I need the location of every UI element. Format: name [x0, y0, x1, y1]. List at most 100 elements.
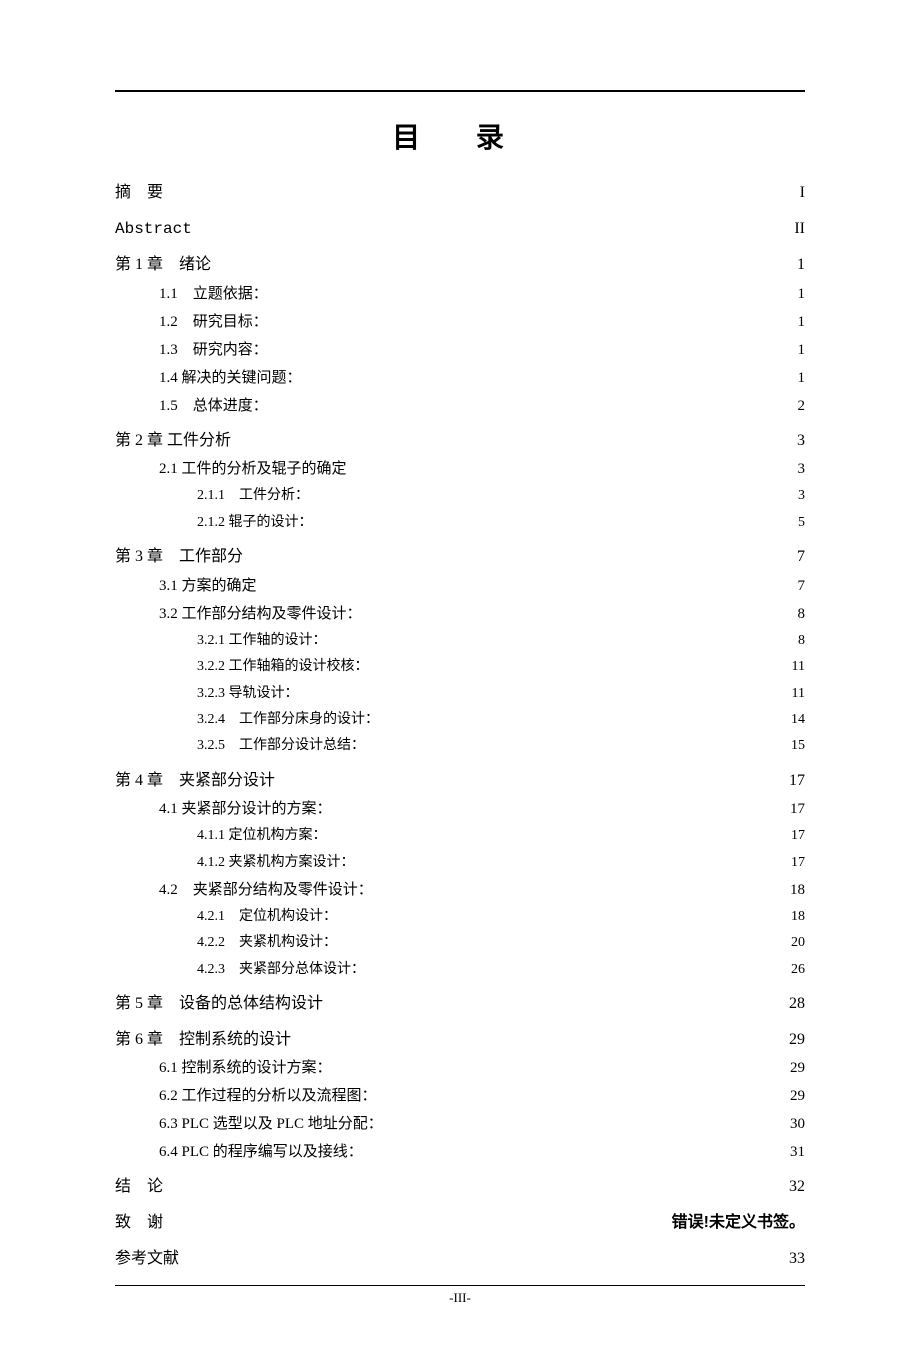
- toc-entry: 1.3 研究内容：1: [115, 338, 805, 362]
- toc-entry-page: 1: [797, 252, 805, 278]
- toc-entry-label: Abstract: [115, 217, 192, 243]
- toc-entry: 2.1 工件的分析及辊子的确定 3: [115, 457, 805, 481]
- page-footer: -III-: [115, 1290, 805, 1306]
- toc-entry-page: 29: [790, 1056, 805, 1080]
- toc-entry: 4.2.2 夹紧机构设计：20: [115, 932, 805, 954]
- toc-title: 目 录: [115, 116, 805, 156]
- toc-entry-label: 6.4 PLC 的程序编写以及接线：: [159, 1140, 363, 1164]
- toc-entry: 3.2.2 工作轴箱的设计校核： 11: [115, 656, 805, 678]
- toc-entry-page: II: [794, 216, 805, 242]
- toc-entry: 3.2.5 工作部分设计总结： 15: [115, 735, 805, 757]
- toc-entry: 第 5 章 设备的总体结构设计 28: [115, 991, 805, 1017]
- toc-entry-label: 第 3 章 工作部分: [115, 544, 243, 570]
- toc-entry-label: 致 谢: [115, 1210, 163, 1236]
- footer-rule: [115, 1285, 805, 1286]
- toc-entry-page: 20: [791, 932, 805, 954]
- toc-entry-label: 3.2.1 工作轴的设计：: [197, 630, 327, 652]
- toc-entry-label: 1.2 研究目标：: [159, 310, 268, 334]
- toc-entry: 1.1 立题依据： 1: [115, 282, 805, 306]
- toc-entry: 3.2.1 工作轴的设计： 8: [115, 630, 805, 652]
- toc-entry-page: 33: [789, 1246, 805, 1272]
- toc-entry: 第 6 章 控制系统的设计 29: [115, 1027, 805, 1053]
- toc-entry: 3.2 工作部分结构及零件设计：8: [115, 602, 805, 626]
- toc-entry-label: 结 论: [115, 1174, 163, 1200]
- toc-entry-label: 2.1.2 辊子的设计：: [197, 512, 313, 534]
- toc-entry: 4.2 夹紧部分结构及零件设计： 18: [115, 878, 805, 902]
- toc-entry-page: 18: [790, 878, 805, 902]
- toc-entry: 4.2.1 定位机构设计： 18: [115, 906, 805, 928]
- toc-entry-page: 3: [798, 485, 805, 507]
- toc-entry-page: 错误!未定义书签。: [672, 1210, 805, 1236]
- toc-entry: 3.2.3 导轨设计：11: [115, 683, 805, 705]
- toc-entry: 6.4 PLC 的程序编写以及接线： 31: [115, 1140, 805, 1164]
- toc-entry: 摘 要I: [115, 180, 805, 206]
- toc-entry-label: 4.2 夹紧部分结构及零件设计：: [159, 878, 373, 902]
- toc-entry-page: 7: [797, 544, 805, 570]
- toc-entry-label: 3.2.2 工作轴箱的设计校核：: [197, 656, 369, 678]
- toc-entry-label: 6.1 控制系统的设计方案：: [159, 1056, 332, 1080]
- toc-entry-page: 32: [789, 1174, 805, 1200]
- toc-entry-page: 2: [798, 394, 806, 418]
- toc-entry-page: 8: [798, 630, 805, 652]
- toc-entry-page: 3: [798, 457, 806, 481]
- header-rule: [115, 90, 805, 92]
- toc-entry-label: 参考文献: [115, 1246, 179, 1272]
- toc-entry-page: 8: [798, 602, 806, 626]
- toc-entry: 3.1 方案的确定7: [115, 574, 805, 598]
- toc-entry-page: 26: [791, 959, 805, 981]
- toc-entry-page: 11: [792, 683, 805, 705]
- toc-entry-page: 11: [792, 656, 805, 678]
- toc-entry: 1.2 研究目标： 1: [115, 310, 805, 334]
- toc-entry: 4.1.2 夹紧机构方案设计： 17: [115, 852, 805, 874]
- toc-entry: 1.5 总体进度：2: [115, 394, 805, 418]
- toc-entry: 2.1.1 工件分析： 3: [115, 485, 805, 507]
- toc-entry-page: 15: [791, 735, 805, 757]
- toc-entry-page: 5: [798, 512, 805, 534]
- toc-entry-page: 31: [790, 1140, 805, 1164]
- toc-entry: 3.2.4 工作部分床身的设计： 14: [115, 709, 805, 731]
- toc-entry: 4.2.3 夹紧部分总体设计： 26: [115, 959, 805, 981]
- toc-entry: 结 论 32: [115, 1174, 805, 1200]
- toc-entry: 1.4 解决的关键问题：1: [115, 366, 805, 390]
- toc-entry: 2.1.2 辊子的设计： 5: [115, 512, 805, 534]
- toc-entry-label: 4.1 夹紧部分设计的方案：: [159, 797, 332, 821]
- toc-entry-page: 29: [790, 1084, 805, 1108]
- toc-entry-page: 30: [790, 1112, 805, 1136]
- toc-entry-label: 6.2 工作过程的分析以及流程图：: [159, 1084, 377, 1108]
- toc-entry-page: 3: [797, 428, 805, 454]
- toc-entry: 6.3 PLC 选型以及 PLC 地址分配： 30: [115, 1112, 805, 1136]
- toc-entry-label: 第 2 章 工件分析: [115, 428, 231, 454]
- toc-entry: 第 1 章 绪论 1: [115, 252, 805, 278]
- toc-entry-label: 2.1 工件的分析及辊子的确定: [159, 457, 347, 481]
- toc-entry-label: 4.1.1 定位机构方案：: [197, 825, 327, 847]
- toc-entry-page: 1: [798, 366, 806, 390]
- toc-entry-label: 第 1 章 绪论: [115, 252, 211, 278]
- toc-entry-label: 4.2.3 夹紧部分总体设计：: [197, 959, 365, 981]
- toc-entry-page: 29: [789, 1027, 805, 1053]
- toc-entry-label: 第 5 章 设备的总体结构设计: [115, 991, 323, 1017]
- toc-entry-page: 1: [798, 310, 806, 334]
- toc-entry-label: 2.1.1 工件分析：: [197, 485, 309, 507]
- toc-entry-page: 18: [791, 906, 805, 928]
- toc-entry-page: 1: [798, 282, 806, 306]
- toc-entry-label: 3.2.5 工作部分设计总结：: [197, 735, 365, 757]
- toc-entry-page: 17: [789, 768, 805, 794]
- toc-entry: 第 3 章 工作部分 7: [115, 544, 805, 570]
- toc-entry-page: 28: [789, 991, 805, 1017]
- toc-entry-label: 3.2.4 工作部分床身的设计：: [197, 709, 379, 731]
- toc-entry-label: 1.1 立题依据：: [159, 282, 268, 306]
- toc-entry-page: 14: [791, 709, 805, 731]
- toc-entry-label: 3.1 方案的确定: [159, 574, 257, 598]
- toc-entry-label: 4.1.2 夹紧机构方案设计：: [197, 852, 355, 874]
- toc-entry: 第 4 章 夹紧部分设计17: [115, 768, 805, 794]
- toc-entry: 致 谢 错误!未定义书签。: [115, 1210, 805, 1236]
- toc-entry-page: 17: [791, 852, 805, 874]
- toc-entry: 6.2 工作过程的分析以及流程图： 29: [115, 1084, 805, 1108]
- toc-entry-label: 6.3 PLC 选型以及 PLC 地址分配：: [159, 1112, 383, 1136]
- toc-entry: 4.1 夹紧部分设计的方案：17: [115, 797, 805, 821]
- toc-entry-label: 第 6 章 控制系统的设计: [115, 1027, 291, 1053]
- toc-entry-label: 摘 要: [115, 180, 163, 206]
- toc-entry-page: 1: [798, 338, 806, 362]
- toc-entry: 参考文献 33: [115, 1246, 805, 1272]
- toc-entry-label: 4.2.1 定位机构设计：: [197, 906, 337, 928]
